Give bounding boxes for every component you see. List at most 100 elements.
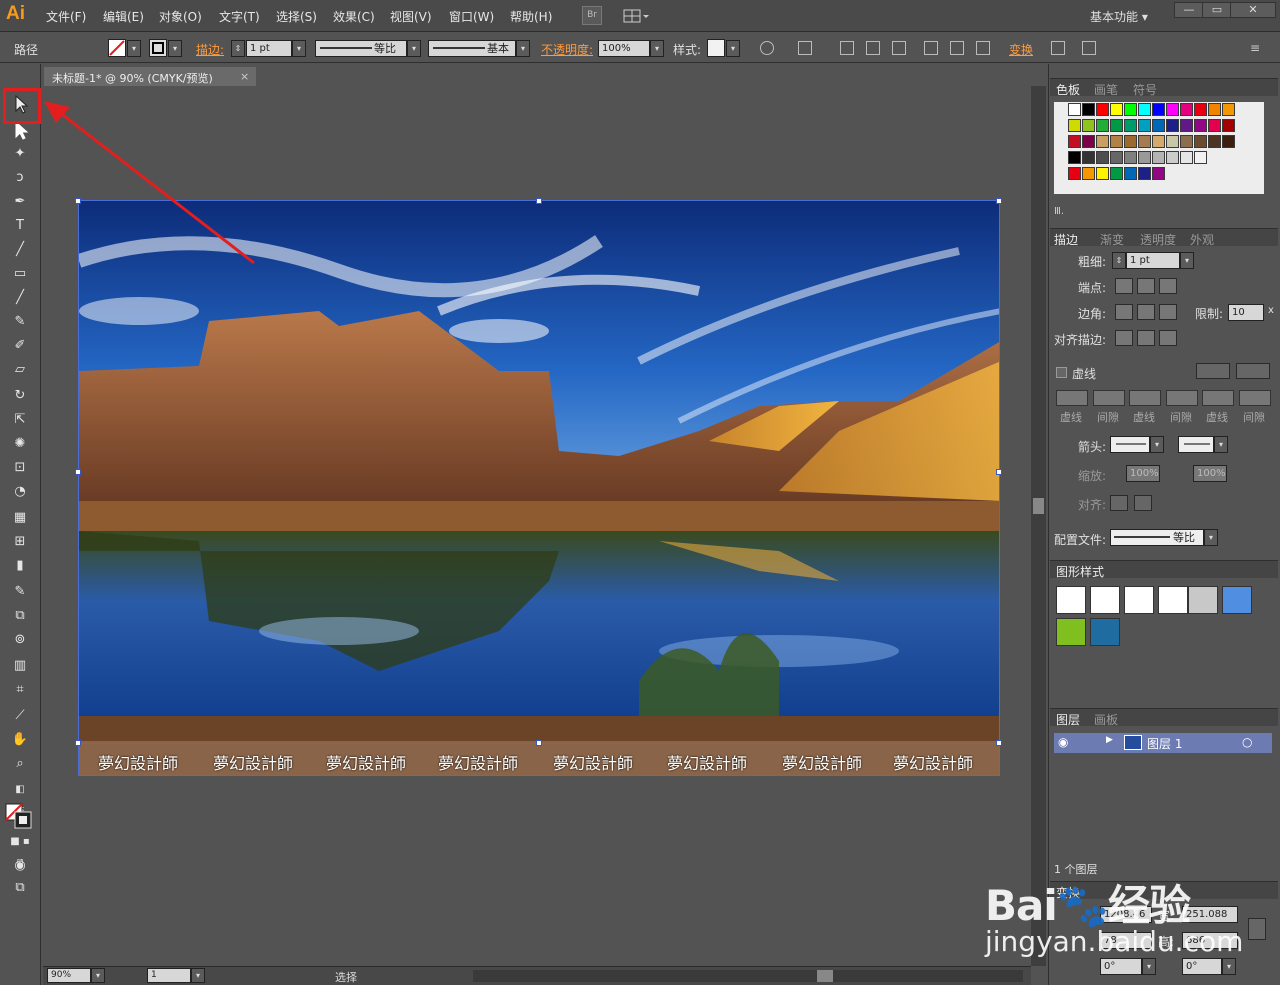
- color-swatch[interactable]: [1180, 135, 1193, 148]
- profile-1-dropdown[interactable]: ▾: [407, 40, 421, 57]
- align-inside-stroke-icon[interactable]: [1137, 330, 1155, 346]
- start-arrowhead[interactable]: [1110, 436, 1150, 453]
- hand-tool-icon[interactable]: ✋: [10, 730, 30, 750]
- rectangle-tool-icon[interactable]: ▭: [10, 264, 30, 284]
- tab-appearance[interactable]: 外观: [1190, 231, 1214, 248]
- screen-mode-icon[interactable]: ⧉: [10, 878, 30, 898]
- align-to-icon[interactable]: [798, 41, 812, 55]
- color-swatch[interactable]: [1110, 135, 1123, 148]
- color-swatch[interactable]: [1082, 103, 1095, 116]
- dash-field[interactable]: [1202, 390, 1234, 406]
- close-button[interactable]: ✕: [1230, 2, 1276, 18]
- color-swatch[interactable]: [1138, 103, 1151, 116]
- target-icon[interactable]: ○: [1242, 735, 1252, 749]
- color-swatch[interactable]: [1096, 135, 1109, 148]
- color-swatch[interactable]: [1124, 135, 1137, 148]
- free-transform-tool-icon[interactable]: ⊡: [10, 458, 30, 478]
- tab-transparency[interactable]: 透明度: [1140, 231, 1176, 248]
- weight-stepper[interactable]: ⇕: [1112, 252, 1126, 269]
- color-swatch[interactable]: [1096, 103, 1109, 116]
- bevel-join-icon[interactable]: [1159, 304, 1177, 320]
- color-swatch[interactable]: [1124, 167, 1137, 180]
- slice-tool-icon[interactable]: ⟋: [10, 706, 30, 726]
- resize-handle[interactable]: [75, 740, 81, 746]
- resize-handle[interactable]: [996, 469, 1002, 475]
- color-swatch[interactable]: [1152, 151, 1165, 164]
- gap-field[interactable]: [1092, 390, 1125, 406]
- style-dropdown[interactable]: ▾: [726, 40, 740, 57]
- tab-artboards[interactable]: 画板: [1094, 711, 1118, 728]
- drawing-mode-icon[interactable]: ◉: [10, 856, 30, 876]
- color-swatch[interactable]: [1068, 135, 1081, 148]
- eyedropper-tool-icon[interactable]: ✎: [10, 582, 30, 602]
- menu-view[interactable]: 视图(V): [390, 8, 432, 25]
- width-field[interactable]: 251.088: [1182, 906, 1238, 923]
- graphic-style-none[interactable]: [1090, 586, 1120, 614]
- color-swatch[interactable]: [1166, 135, 1179, 148]
- bridge-button[interactable]: Br: [582, 6, 602, 25]
- color-swatch[interactable]: [1166, 103, 1179, 116]
- color-swatch[interactable]: [1194, 135, 1207, 148]
- color-swatch[interactable]: [1068, 167, 1081, 180]
- mesh-tool-icon[interactable]: ⊞: [10, 532, 30, 552]
- symbol-sprayer-tool-icon[interactable]: ⊚: [10, 630, 30, 650]
- variable-width-profile[interactable]: 等比: [315, 40, 407, 57]
- shear-dropdown[interactable]: ▾: [1222, 958, 1236, 975]
- magic-wand-tool-icon[interactable]: ✦: [10, 144, 30, 164]
- artboard-tool-icon[interactable]: ⌗: [10, 680, 30, 700]
- graphic-style-white[interactable]: [1124, 586, 1154, 614]
- color-swatch[interactable]: [1180, 119, 1193, 132]
- vertical-scrollbar[interactable]: [1031, 86, 1046, 966]
- color-swatch[interactable]: [1124, 151, 1137, 164]
- visibility-eye-icon[interactable]: ◉: [1058, 735, 1068, 749]
- zoom-tool-icon[interactable]: ⌕: [10, 754, 30, 774]
- arrange-documents-icon[interactable]: [622, 7, 650, 25]
- color-swatch[interactable]: [1152, 119, 1165, 132]
- blend-tool-icon[interactable]: ⧉: [10, 606, 30, 626]
- profile-2-dropdown[interactable]: ▾: [516, 40, 530, 57]
- color-swatch[interactable]: [1194, 151, 1207, 164]
- color-swatch[interactable]: [1152, 135, 1165, 148]
- color-swatch[interactable]: [1208, 103, 1221, 116]
- tab-swatches[interactable]: 色板: [1056, 81, 1080, 98]
- end-arrowhead[interactable]: [1178, 436, 1214, 453]
- color-swatch[interactable]: [1096, 167, 1109, 180]
- align-center-icon[interactable]: [866, 41, 880, 55]
- dash-preserve-icon[interactable]: [1196, 363, 1230, 379]
- stroke-weight-field[interactable]: 1 pt: [246, 40, 292, 57]
- menu-file[interactable]: 文件(F): [46, 8, 86, 25]
- menu-effect[interactable]: 效果(C): [333, 8, 375, 25]
- color-swatch[interactable]: [1110, 119, 1123, 132]
- menu-window[interactable]: 窗口(W): [449, 8, 494, 25]
- color-swatch[interactable]: [1138, 151, 1151, 164]
- miter-join-icon[interactable]: [1115, 304, 1133, 320]
- brush-definition[interactable]: 基本: [428, 40, 516, 57]
- arrow-align-place-icon[interactable]: [1134, 495, 1152, 511]
- panel-menu-icon[interactable]: ≡: [1250, 41, 1264, 55]
- transform-link[interactable]: 变换: [1009, 41, 1033, 58]
- color-swatch[interactable]: [1208, 135, 1221, 148]
- workspace-switcher[interactable]: 基本功能 ▾: [1090, 8, 1148, 25]
- dashed-checkbox[interactable]: [1056, 367, 1067, 378]
- color-swatch[interactable]: [1082, 135, 1095, 148]
- dash-field[interactable]: [1056, 390, 1088, 406]
- color-swatch[interactable]: [1152, 167, 1165, 180]
- color-swatch[interactable]: [1096, 119, 1109, 132]
- round-join-icon[interactable]: [1137, 304, 1155, 320]
- horizontal-scrollbar[interactable]: [473, 970, 1023, 982]
- color-swatch[interactable]: [1208, 119, 1221, 132]
- menu-type[interactable]: 文字(T): [219, 8, 260, 25]
- gap-field[interactable]: [1238, 390, 1271, 406]
- weight-field[interactable]: 1 pt: [1126, 252, 1180, 269]
- minimize-button[interactable]: —: [1174, 2, 1204, 18]
- swatch-grid[interactable]: [1054, 102, 1264, 194]
- end-arrowhead-dropdown[interactable]: ▾: [1214, 436, 1228, 453]
- scale-tool-icon[interactable]: ⇱: [10, 410, 30, 430]
- blob-brush-tool-icon[interactable]: ✐: [10, 336, 30, 356]
- resize-handle[interactable]: [75, 469, 81, 475]
- align-right-icon[interactable]: [892, 41, 906, 55]
- resize-handle[interactable]: [996, 740, 1002, 746]
- pen-tool-icon[interactable]: ✒: [10, 192, 30, 212]
- stroke-weight-dropdown[interactable]: ▾: [292, 40, 306, 57]
- menu-help[interactable]: 帮助(H): [510, 8, 552, 25]
